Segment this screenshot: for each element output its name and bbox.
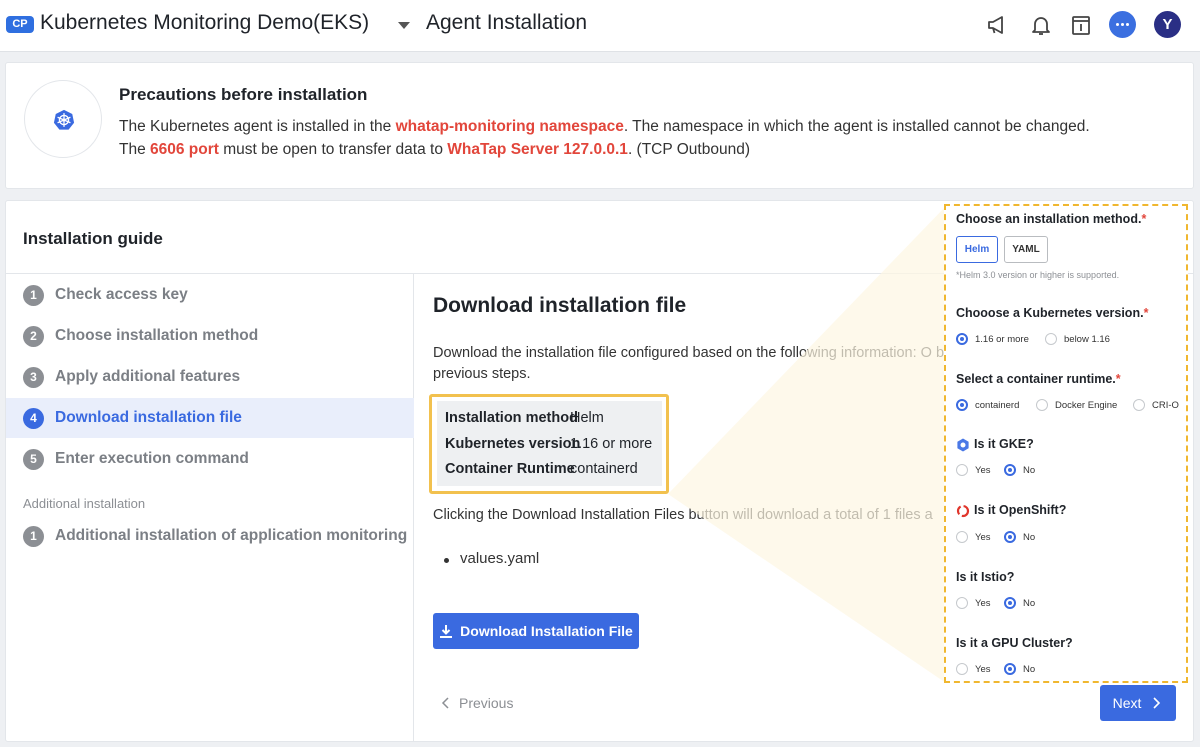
- download-description: Clicking the Download Installation Files…: [433, 507, 933, 523]
- step-label: Download installation file: [55, 409, 242, 426]
- step-apply-additional-features[interactable]: 3 Apply additional features: [6, 357, 414, 397]
- gke-radio-no[interactable]: No: [1004, 464, 1035, 476]
- step-label: Check access key: [55, 286, 188, 303]
- k8s-version-label: Chooose a Kubernetes version.*: [956, 306, 1149, 320]
- settings-summary-panel: Choose an installation method.* Helm YAM…: [944, 204, 1188, 683]
- k8s-version-radio-1-16-or-more[interactable]: 1.16 or more: [956, 333, 1029, 345]
- chevron-right-icon: [1153, 697, 1161, 709]
- runtime-radio-cri-o[interactable]: CRI-O: [1133, 399, 1179, 411]
- runtime-radio-containerd[interactable]: containerd: [956, 399, 1019, 411]
- gke-icon: [957, 438, 969, 452]
- step-label: Enter execution command: [55, 450, 249, 467]
- step-download-installation-file[interactable]: 4 Download installation file: [6, 398, 414, 438]
- gke-radio-yes[interactable]: Yes: [956, 464, 991, 476]
- gke-label: Is it GKE?: [974, 437, 1034, 451]
- precautions-card: Precautions before installation The Kube…: [5, 62, 1194, 189]
- summary-row-method: Installation method Helm: [445, 410, 604, 426]
- step-additional-app-monitoring[interactable]: 1 Additional installation of application…: [6, 516, 414, 556]
- chevron-left-icon: [441, 697, 449, 709]
- istio-label: Is it Istio?: [956, 570, 1015, 584]
- summary-row-runtime: Container Runtime containerd: [445, 461, 638, 477]
- step-number: 1: [23, 284, 44, 306]
- gpu-radio-yes[interactable]: Yes: [956, 663, 991, 675]
- step-number: 4: [23, 407, 44, 429]
- step-number: 3: [23, 366, 44, 388]
- openshift-radio-no[interactable]: No: [1004, 531, 1035, 543]
- step-check-access-key[interactable]: 1 Check access key: [6, 275, 414, 315]
- guide-title: Installation guide: [23, 229, 163, 248]
- summary-callout: Installation method Helm Kubernetes vers…: [429, 394, 669, 494]
- additional-installation-title: Additional installation: [23, 496, 146, 511]
- chat-icon[interactable]: [1109, 11, 1136, 38]
- file-list-item: values.yaml: [444, 550, 539, 567]
- container-runtime-label: Select a container runtime.*: [956, 372, 1121, 386]
- page-title: Agent Installation: [426, 11, 588, 34]
- precautions-line-namespace: The Kubernetes agent is installed in the…: [119, 118, 1090, 135]
- yaml-option-button[interactable]: YAML: [1004, 236, 1048, 263]
- download-installation-file-button[interactable]: Download Installation File: [433, 613, 639, 649]
- step-number: 2: [23, 325, 44, 347]
- previous-button[interactable]: Previous: [439, 695, 513, 711]
- gpu-cluster-label: Is it a GPU Cluster?: [956, 636, 1073, 650]
- steps-sidebar: 1 Check access key 2 Choose installation…: [6, 274, 414, 741]
- download-icon: [440, 624, 453, 638]
- step-enter-execution-command[interactable]: 5 Enter execution command: [6, 439, 414, 479]
- installation-method-label: Choose an installation method.*: [956, 212, 1147, 226]
- project-name[interactable]: Kubernetes Monitoring Demo(EKS): [40, 11, 369, 35]
- top-bar: CP Kubernetes Monitoring Demo(EKS) Agent…: [0, 0, 1200, 52]
- next-button[interactable]: Next: [1100, 685, 1176, 721]
- kubernetes-icon: [53, 109, 75, 130]
- helm-option-button[interactable]: Helm: [956, 236, 998, 263]
- section-title: Download installation file: [433, 294, 687, 317]
- project-type-badge: CP: [6, 16, 34, 33]
- openshift-label: Is it OpenShift?: [974, 503, 1067, 517]
- step-label: Additional installation of application m…: [55, 527, 408, 544]
- document-icon[interactable]: [1067, 11, 1095, 39]
- openshift-icon: [956, 504, 970, 518]
- bell-icon[interactable]: [1027, 11, 1055, 39]
- istio-radio-yes[interactable]: Yes: [956, 597, 991, 609]
- step-number: 5: [23, 448, 44, 470]
- avatar[interactable]: Y: [1154, 11, 1181, 38]
- helm-version-note: *Helm 3.0 version or higher is supported…: [956, 270, 1120, 280]
- precautions-title: Precautions before installation: [119, 85, 368, 104]
- istio-radio-no[interactable]: No: [1004, 597, 1035, 609]
- k8s-version-radio-below-1-16[interactable]: below 1.16: [1045, 333, 1110, 345]
- summary-table: Installation method Helm Kubernetes vers…: [437, 401, 662, 486]
- openshift-radio-yes[interactable]: Yes: [956, 531, 991, 543]
- step-label: Choose installation method: [55, 327, 259, 344]
- step-choose-installation-method[interactable]: 2 Choose installation method: [6, 316, 414, 356]
- chevron-down-icon[interactable]: [398, 22, 410, 29]
- precautions-line-port: The 6606 port must be open to transfer d…: [119, 141, 750, 158]
- megaphone-icon[interactable]: [984, 11, 1012, 39]
- step-label: Apply additional features: [55, 368, 241, 385]
- section-description: Download the installation file configure…: [433, 345, 983, 382]
- kubernetes-icon-circle: [24, 80, 102, 158]
- step-number: 1: [23, 525, 44, 547]
- runtime-radio-docker-engine[interactable]: Docker Engine: [1036, 399, 1117, 411]
- gpu-radio-no[interactable]: No: [1004, 663, 1035, 675]
- summary-row-k8s-version: Kubernetes version 1.16 or more: [445, 436, 653, 452]
